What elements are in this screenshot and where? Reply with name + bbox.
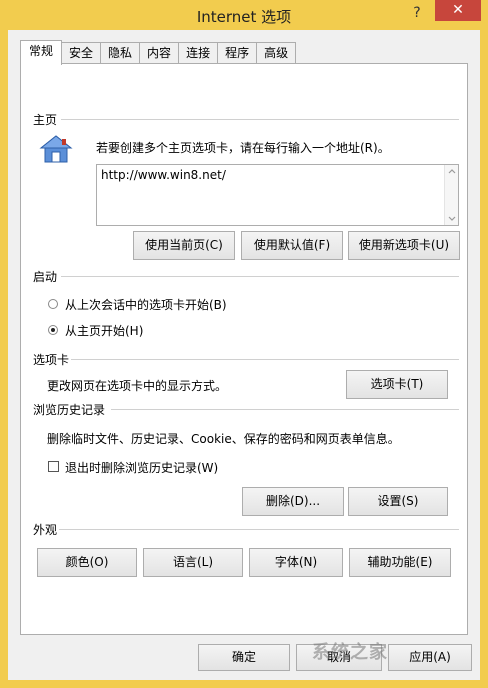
section-divider bbox=[59, 529, 459, 530]
tabs-settings-button[interactable]: 选项卡(T) bbox=[346, 370, 448, 399]
startup-home-radio[interactable] bbox=[48, 325, 58, 335]
delete-history-button[interactable]: 删除(D)... bbox=[242, 487, 344, 516]
history-settings-button[interactable]: 设置(S) bbox=[348, 487, 448, 516]
history-section-title: 浏览历史记录 bbox=[33, 403, 106, 417]
home-instruction: 若要创建多个主页选项卡，请在每行输入一个地址(R)。 bbox=[96, 141, 390, 155]
textarea-scrollbar[interactable] bbox=[444, 165, 458, 225]
general-panel: 主页 若要创建多个主页选项卡，请在每行输入一个地址(R)。 http://www… bbox=[20, 63, 468, 635]
tab-strip: 常规 安全 隐私 内容 连接 程序 高级 bbox=[20, 40, 297, 65]
appearance-section-title: 外观 bbox=[33, 523, 58, 537]
house-icon bbox=[39, 135, 73, 163]
tab-privacy[interactable]: 隐私 bbox=[100, 42, 141, 64]
languages-button[interactable]: 语言(L) bbox=[143, 548, 243, 577]
startup-last-session-radio[interactable] bbox=[48, 299, 58, 309]
section-divider bbox=[111, 409, 459, 410]
tab-connections[interactable]: 连接 bbox=[178, 42, 219, 64]
home-page-textarea[interactable]: http://www.win8.net/ bbox=[96, 164, 459, 226]
startup-section-title: 启动 bbox=[33, 270, 58, 284]
history-description: 删除临时文件、历史记录、Cookie、保存的密码和网页表单信息。 bbox=[47, 432, 400, 446]
colors-button[interactable]: 颜色(O) bbox=[37, 548, 137, 577]
title-bar: Internet 选项 ? ✕ bbox=[0, 0, 488, 30]
use-new-tab-button[interactable]: 使用新选项卡(U) bbox=[348, 231, 460, 260]
watermark-text: 系统之家 bbox=[312, 642, 388, 663]
section-divider bbox=[61, 276, 459, 277]
startup-home-label: 从主页开始(H) bbox=[65, 324, 144, 338]
close-button[interactable]: ✕ bbox=[435, 0, 481, 21]
ok-button[interactable]: 确定 bbox=[198, 644, 290, 671]
section-divider bbox=[61, 119, 459, 120]
startup-last-session-label: 从上次会话中的选项卡开始(B) bbox=[65, 298, 227, 312]
tab-general[interactable]: 常规 bbox=[20, 40, 63, 65]
apply-button[interactable]: 应用(A) bbox=[388, 644, 472, 671]
tab-programs[interactable]: 程序 bbox=[217, 42, 258, 64]
fonts-button[interactable]: 字体(N) bbox=[249, 548, 343, 577]
delete-on-exit-label: 退出时删除浏览历史记录(W) bbox=[65, 461, 219, 475]
tabs-section-title: 选项卡 bbox=[33, 353, 70, 367]
tabs-description: 更改网页在选项卡中的显示方式。 bbox=[47, 379, 228, 393]
dialog-body: 常规 安全 隐私 内容 连接 程序 高级 主页 若要创建多个主页选项卡，请在每行… bbox=[8, 30, 480, 680]
tab-security[interactable]: 安全 bbox=[61, 42, 102, 64]
delete-on-exit-checkbox[interactable] bbox=[48, 461, 59, 472]
use-current-button[interactable]: 使用当前页(C) bbox=[133, 231, 235, 260]
use-default-button[interactable]: 使用默认值(F) bbox=[241, 231, 343, 260]
home-section-title: 主页 bbox=[33, 113, 58, 127]
tab-advanced[interactable]: 高级 bbox=[256, 42, 297, 64]
help-button[interactable]: ? bbox=[404, 3, 430, 23]
accessibility-button[interactable]: 辅助功能(E) bbox=[349, 548, 451, 577]
home-url-value: http://www.win8.net/ bbox=[101, 168, 226, 182]
tab-content[interactable]: 内容 bbox=[139, 42, 180, 64]
section-divider bbox=[71, 359, 459, 360]
